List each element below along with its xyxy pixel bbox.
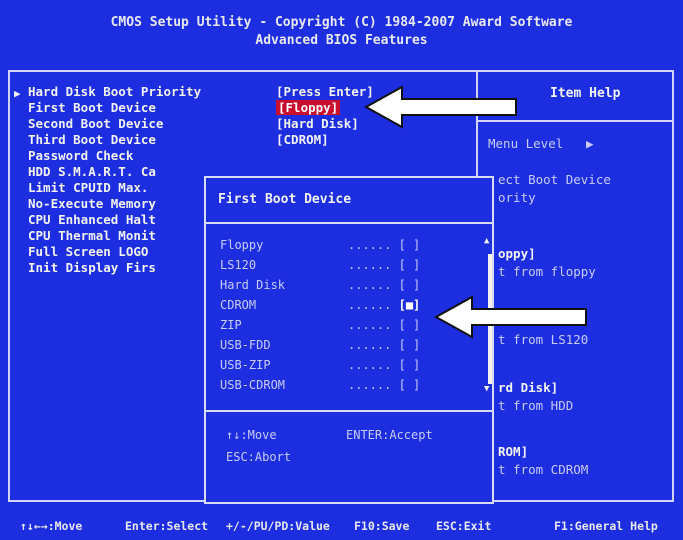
menu-item-second-boot-device[interactable]: Second Boot Device: [28, 116, 163, 132]
footer-help: F1:General Help: [554, 519, 658, 533]
help-line: t from CDROM: [498, 462, 589, 477]
option-dots: ...... [ ]: [348, 358, 421, 372]
help-line: t from HDD: [498, 398, 574, 413]
option-dots: ...... [ ]: [348, 238, 421, 252]
popup-key-abort: ESC:Abort: [226, 450, 292, 464]
option-dots: ...... [ ]: [348, 258, 421, 272]
value-third-boot-device[interactable]: [CDROM]: [276, 132, 329, 147]
annotation-arrow-first-boot: [364, 85, 517, 129]
footer-keys: ↑↓←→:Move Enter:Select +/-/PU/PD:Value F…: [0, 512, 683, 540]
value-first-boot-device[interactable]: [Floppy]: [276, 100, 341, 115]
help-line: ect Boot Device: [498, 172, 611, 187]
popup-keys-divider: [206, 410, 492, 412]
menu-item-no-execute-memory[interactable]: No-Execute Memory: [28, 196, 156, 212]
footer-select: Enter:Select: [125, 519, 209, 533]
popup-title-divider: [206, 222, 492, 224]
menu-item-third-boot-device[interactable]: Third Boot Device: [28, 132, 156, 148]
option-dots: ...... [ ]: [348, 378, 421, 392]
menu-item-password-check[interactable]: Password Check: [28, 148, 133, 164]
option-dots: ...... [ ]: [348, 318, 421, 332]
option-ls120[interactable]: LS120: [220, 258, 256, 272]
footer-value: +/-/PU/PD:Value: [226, 519, 330, 533]
submenu-pointer-icon: ▶: [14, 87, 21, 100]
help-line: ority: [498, 190, 536, 205]
option-usb-cdrom[interactable]: USB-CDROM: [220, 378, 285, 392]
menu-level-label: Menu Level: [488, 136, 564, 151]
help-line: rd Disk]: [498, 380, 559, 395]
option-dots: ...... [■]: [348, 298, 421, 312]
menu-item-hdd-smart[interactable]: HDD S.M.A.R.T. Ca: [28, 164, 156, 180]
scroll-up-icon[interactable]: ▲: [484, 236, 489, 246]
help-line: t from floppy: [498, 264, 596, 279]
menu-level-arrow-icon: ▶: [586, 136, 594, 151]
option-cdrom[interactable]: CDROM: [220, 298, 256, 312]
option-hard-disk[interactable]: Hard Disk: [220, 278, 285, 292]
header-title: CMOS Setup Utility - Copyright (C) 1984-…: [110, 15, 573, 30]
option-dots: ...... [ ]: [348, 278, 421, 292]
option-dots: ...... [ ]: [348, 338, 421, 352]
footer-save: F10:Save: [354, 519, 410, 533]
bios-screen: CMOS Setup Utility - Copyright (C) 1984-…: [0, 0, 683, 540]
footer-exit: ESC:Exit: [436, 519, 492, 533]
option-floppy[interactable]: Floppy: [220, 238, 263, 252]
menu-item-first-boot-device[interactable]: First Boot Device: [28, 100, 156, 116]
help-line: ROM]: [498, 444, 529, 459]
help-line: oppy]: [498, 246, 536, 261]
annotation-arrow-cdrom: [434, 295, 587, 339]
popup-key-move: ↑↓:Move: [226, 428, 277, 442]
footer-move: ↑↓←→:Move: [20, 519, 83, 533]
value-second-boot-device[interactable]: [Hard Disk]: [276, 116, 359, 131]
header-subtitle: Advanced BIOS Features: [255, 33, 428, 48]
scroll-down-icon[interactable]: ▼: [484, 384, 489, 394]
value-hard-disk-boot-priority[interactable]: [Press Enter]: [276, 84, 374, 99]
option-usb-fdd[interactable]: USB-FDD: [220, 338, 271, 352]
menu-item-full-screen-logo[interactable]: Full Screen LOGO: [28, 244, 148, 260]
option-usb-zip[interactable]: USB-ZIP: [220, 358, 271, 372]
boot-device-popup: First Boot Device Floppy ...... [ ] LS12…: [204, 176, 494, 504]
menu-item-cpu-enhanced-halt[interactable]: CPU Enhanced Halt: [28, 212, 156, 228]
item-help-title: Item Help: [550, 86, 621, 101]
menu-item-limit-cpuid[interactable]: Limit CPUID Max.: [28, 180, 148, 196]
popup-key-accept: ENTER:Accept: [346, 428, 433, 442]
menu-item-hard-disk-boot-priority[interactable]: Hard Disk Boot Priority: [28, 84, 201, 100]
popup-title: First Boot Device: [218, 192, 352, 207]
option-zip[interactable]: ZIP: [220, 318, 242, 332]
header: CMOS Setup Utility - Copyright (C) 1984-…: [0, 0, 683, 58]
menu-item-init-display-first[interactable]: Init Display Firs: [28, 260, 156, 276]
menu-item-cpu-thermal-monitor[interactable]: CPU Thermal Monit: [28, 228, 156, 244]
